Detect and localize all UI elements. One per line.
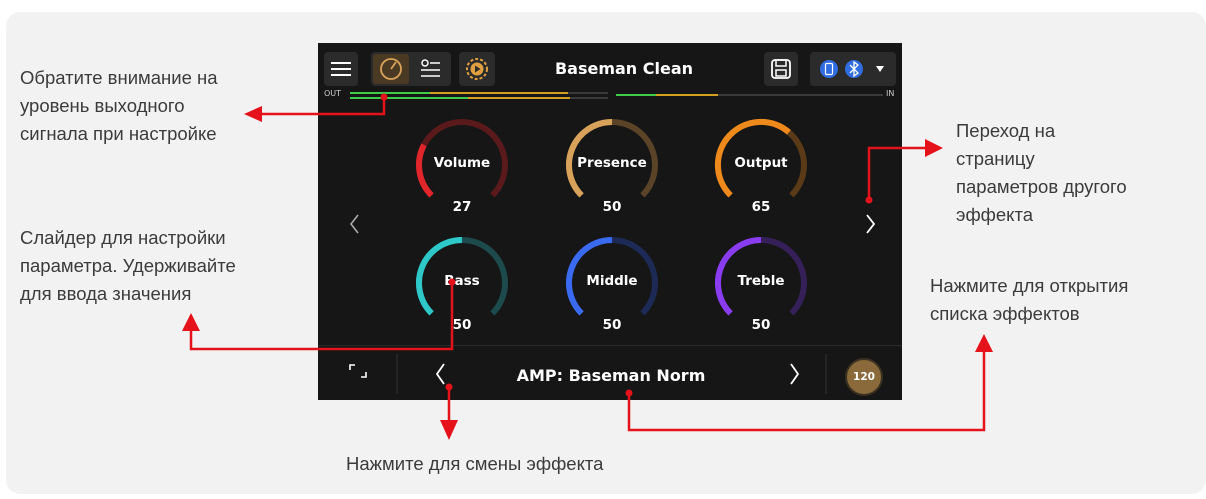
- arrow-next-page: [867, 146, 925, 200]
- arrow-output-level: [262, 97, 386, 116]
- annotation-arrows: [182, 93, 993, 440]
- arrow-slider: [189, 282, 454, 351]
- arrow-effect-list: [627, 350, 986, 432]
